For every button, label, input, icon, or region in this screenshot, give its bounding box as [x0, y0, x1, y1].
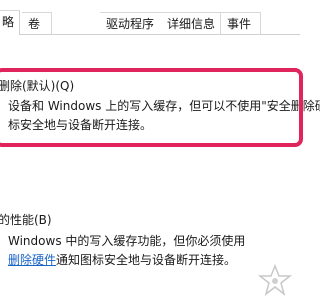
highlight-box: [0, 68, 303, 147]
better-performance-radio-label[interactable]: 的性能(B): [0, 212, 52, 228]
tab-details[interactable]: 详细信息: [161, 12, 221, 34]
better-performance-description-line2-rest: 通知图标安全地与设备断开连接。: [56, 253, 237, 267]
tab-policies[interactable]: 略: [0, 10, 20, 35]
tab-events[interactable]: 事件: [221, 12, 261, 34]
safely-remove-hardware-link[interactable]: 删除硬件: [8, 253, 56, 267]
tab-underline: [0, 34, 300, 35]
tab-driver[interactable]: 驱动程序: [100, 12, 163, 34]
better-performance-description-line2: 删除硬件通知图标安全地与设备断开连接。: [8, 251, 236, 270]
tab-bar: 略 卷 驱动程序 详细信息 事件: [0, 0, 300, 35]
tab-volumes[interactable]: 卷: [22, 12, 52, 34]
better-performance-description-line1: Windows 中的写入缓存功能，但你必须使用: [8, 234, 246, 248]
star-logo-icon: [257, 264, 293, 296]
